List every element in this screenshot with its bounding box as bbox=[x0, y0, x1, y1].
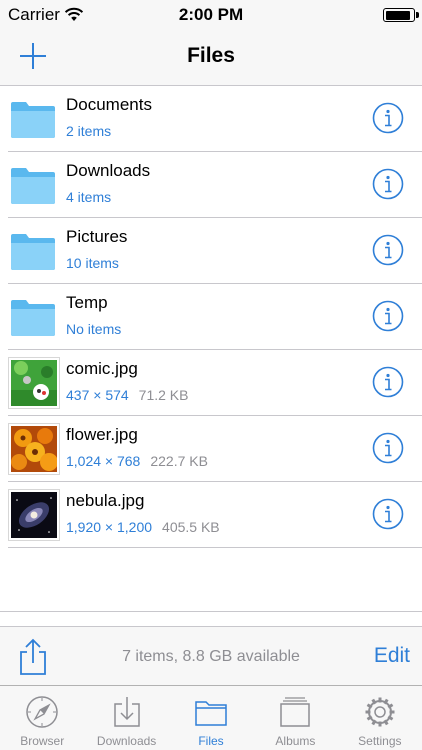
info-icon[interactable] bbox=[372, 498, 404, 530]
file-name: flower.jpg bbox=[66, 425, 138, 444]
file-row[interactable]: flower.jpg 1,024 × 768 222.7 KB bbox=[8, 416, 422, 482]
tab-label: Files bbox=[198, 734, 224, 748]
share-icon[interactable] bbox=[17, 637, 49, 677]
folder-icon bbox=[8, 291, 60, 343]
folder-row[interactable]: Pictures 10 items bbox=[8, 218, 422, 284]
info-icon[interactable] bbox=[372, 234, 404, 266]
info-icon[interactable] bbox=[372, 432, 404, 464]
tab-label: Albums bbox=[275, 734, 316, 748]
tab-bar: Browser Downloads Files Albums Settings bbox=[0, 685, 422, 750]
gear-tooth bbox=[389, 710, 395, 714]
tab-files[interactable]: Files bbox=[169, 686, 253, 750]
tab-browser[interactable]: Browser bbox=[0, 686, 84, 750]
file-name: Downloads bbox=[66, 161, 151, 180]
gear-tooth bbox=[378, 721, 382, 727]
file-name: comic.jpg bbox=[66, 359, 138, 378]
status-bar: Carrier 2:00 PM bbox=[0, 0, 422, 30]
tab-settings[interactable]: Settings bbox=[338, 686, 422, 750]
tab-albums[interactable]: Albums bbox=[253, 686, 337, 750]
tab-downloads[interactable]: Downloads bbox=[84, 686, 168, 750]
albums-icon bbox=[280, 697, 311, 727]
gear-icon bbox=[365, 697, 395, 727]
file-size: 222.7 KB bbox=[150, 453, 208, 469]
file-detail: 1,024 × 768 bbox=[66, 453, 141, 469]
folder-icon bbox=[8, 93, 60, 145]
file-meta: 2 items bbox=[66, 123, 111, 139]
file-detail: 437 × 574 bbox=[66, 387, 129, 403]
download-tray-icon bbox=[113, 697, 140, 727]
file-meta: 1,024 × 768 222.7 KB bbox=[66, 453, 208, 469]
file-detail: 10 items bbox=[66, 255, 119, 271]
file-meta: No items bbox=[66, 321, 121, 337]
info-icon[interactable] bbox=[372, 102, 404, 134]
navigation-bar: Files bbox=[0, 30, 422, 86]
file-name: Temp bbox=[66, 293, 108, 312]
info-icon[interactable] bbox=[372, 366, 404, 398]
page-title: Files bbox=[187, 44, 235, 67]
file-size: 71.2 KB bbox=[138, 387, 189, 403]
folder-icon bbox=[8, 159, 60, 211]
comic-thumbnail bbox=[8, 357, 60, 409]
edit-button[interactable]: Edit bbox=[374, 644, 410, 668]
file-name: nebula.jpg bbox=[66, 491, 145, 510]
info-icon[interactable] bbox=[372, 168, 404, 200]
nebula-thumbnail bbox=[8, 489, 60, 541]
file-meta: 10 items bbox=[66, 255, 119, 271]
tab-label: Settings bbox=[358, 734, 402, 748]
folder-row[interactable]: Downloads 4 items bbox=[8, 152, 422, 218]
info-icon[interactable] bbox=[372, 300, 404, 332]
battery-icon bbox=[383, 8, 419, 22]
gear-tooth bbox=[365, 710, 371, 714]
file-row[interactable]: nebula.jpg 1,920 × 1,200 405.5 KB bbox=[8, 482, 422, 548]
bottom-toolbar: 7 items, 8.8 GB available Edit bbox=[0, 626, 422, 686]
plus-icon[interactable] bbox=[18, 41, 48, 71]
file-list: Documents 2 items Downloads 4 items Pictures… bbox=[0, 86, 422, 548]
file-row[interactable]: comic.jpg 437 × 574 71.2 KB bbox=[8, 350, 422, 416]
file-name: Pictures bbox=[66, 227, 128, 246]
flower-thumbnail bbox=[8, 423, 60, 475]
file-meta: 437 × 574 71.2 KB bbox=[66, 387, 189, 403]
folder-row[interactable]: Temp No items bbox=[8, 284, 422, 350]
file-detail: 4 items bbox=[66, 189, 112, 205]
gear-tooth bbox=[378, 697, 382, 703]
folder-row[interactable]: Documents 2 items bbox=[8, 86, 422, 152]
folder-icon bbox=[195, 701, 227, 726]
clock: 2:00 PM bbox=[178, 5, 244, 24]
list-divider bbox=[0, 611, 422, 612]
file-meta: 4 items bbox=[66, 189, 111, 205]
storage-summary: 7 items, 8.8 GB available bbox=[122, 648, 300, 665]
tab-label: Downloads bbox=[96, 734, 157, 748]
file-size: 405.5 KB bbox=[162, 519, 220, 535]
file-meta: 1,920 × 1,200 405.5 KB bbox=[66, 519, 220, 535]
compass-icon bbox=[26, 696, 58, 728]
file-name: Documents bbox=[66, 95, 152, 114]
file-detail: 1,920 × 1,200 bbox=[66, 519, 153, 535]
file-detail: 2 items bbox=[66, 123, 112, 139]
folder-icon bbox=[8, 225, 60, 277]
file-detail: No items bbox=[66, 321, 122, 337]
tab-label: Browser bbox=[20, 734, 65, 748]
battery-level bbox=[385, 10, 411, 20]
